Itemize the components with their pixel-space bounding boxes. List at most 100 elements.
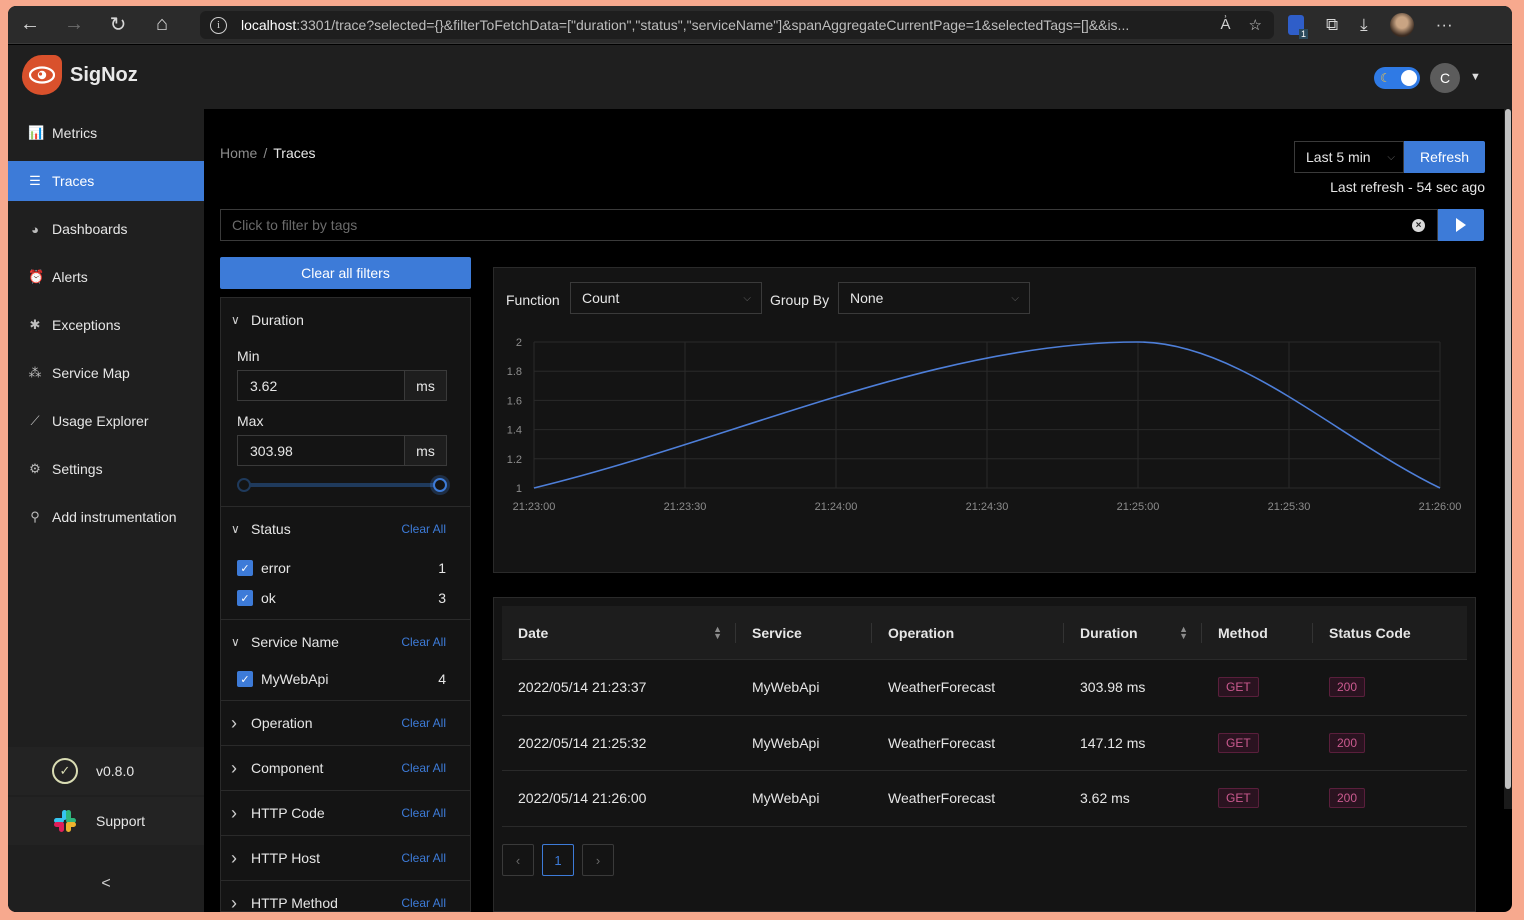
caret-down-icon[interactable]: ▼ <box>1470 71 1481 83</box>
tag-filter-field[interactable]: × <box>220 209 1438 241</box>
filter-option[interactable]: ✓ error 1 <box>221 553 470 583</box>
page-scrollbar[interactable] <box>1504 109 1512 809</box>
extensions-icon[interactable]: ⧉ <box>1326 15 1338 35</box>
sidebar-item-metrics[interactable]: 📊 Metrics <box>8 113 204 153</box>
next-page-button[interactable]: › <box>582 844 614 876</box>
breadcrumb-separator: / <box>263 145 268 161</box>
clear-status-button[interactable]: Clear All <box>401 522 446 536</box>
checkbox-checked[interactable]: ✓ <box>237 671 253 687</box>
collapse-sidebar-button[interactable]: < <box>8 875 204 893</box>
version-label: v0.8.0 <box>96 763 135 779</box>
sort-icon[interactable]: ▲ ▼ <box>713 624 722 640</box>
sidebar-item-alerts[interactable]: ⏰ Alerts <box>8 257 204 297</box>
option-label: error <box>261 560 291 576</box>
status-filter-header[interactable]: ∨ Status Clear All <box>221 507 470 551</box>
duration-range-slider[interactable] <box>237 476 447 494</box>
sidebar-item-usage-explorer[interactable]: ⟋ Usage Explorer <box>8 401 204 441</box>
logo[interactable]: SigNoz <box>22 55 138 95</box>
column-header-operation: Operation <box>872 606 1064 659</box>
time-range-select[interactable]: Last 5 min ⌵ <box>1294 141 1404 173</box>
forward-icon[interactable]: → <box>52 6 96 44</box>
min-duration-field[interactable]: 3.62 ms <box>237 370 447 401</box>
filter-option[interactable]: ✓ ok 3 <box>221 583 470 613</box>
max-duration-value[interactable]: 303.98 <box>238 436 404 465</box>
sidebar-item-label: Metrics <box>52 125 98 141</box>
column-header-date[interactable]: Date ▲ ▼ <box>502 606 736 659</box>
version-item[interactable]: ✓ v0.8.0 <box>8 747 204 795</box>
clear-filter-button[interactable]: Clear All <box>401 761 446 775</box>
sidebar-item-service-map[interactable]: ⁂ Service Map <box>8 353 204 393</box>
user-avatar[interactable]: C <box>1430 63 1460 93</box>
service-name-filter-header[interactable]: ∨ Service Name Clear All <box>221 620 470 664</box>
filter-component: › Component Clear All <box>221 746 470 791</box>
slider-min-handle[interactable] <box>237 478 251 492</box>
filter-option[interactable]: ✓ MyWebApi 4 <box>221 664 470 694</box>
read-aloud-icon[interactable]: A͗ <box>1221 16 1231 34</box>
table-row[interactable]: 2022/05/14 21:25:32 MyWebApi WeatherForeca… <box>502 716 1467 771</box>
chevron-down-icon: ∨ <box>231 313 240 327</box>
sidebar-item-add-instrumentation[interactable]: ⚲ Add instrumentation <box>8 497 204 537</box>
home-icon[interactable]: ⌂ <box>140 6 184 44</box>
group-by-select[interactable]: None ⌵ <box>838 282 1030 314</box>
support-item[interactable]: Support <box>8 797 204 845</box>
filter-header[interactable]: › Component Clear All <box>221 746 470 790</box>
profile-avatar[interactable] <box>1389 13 1414 37</box>
column-header-duration[interactable]: Duration ▲ ▼ <box>1064 606 1202 659</box>
favorite-icon[interactable]: ☆ <box>1249 16 1262 34</box>
address-bar[interactable]: i localhost:3301/trace?selected={}&filte… <box>200 11 1274 39</box>
trace-count-chart[interactable]: 1 1.2 1.4 1.6 1.8 2 21:23:00 21:23:30 21:24:00 21… <box>494 328 1477 518</box>
method-tag: GET <box>1218 788 1259 809</box>
min-duration-value[interactable]: 3.62 <box>238 371 404 400</box>
sidebar-item-label: Exceptions <box>52 317 121 333</box>
max-duration-field[interactable]: 303.98 ms <box>237 435 447 466</box>
clear-filter-button[interactable]: Clear All <box>401 806 446 820</box>
run-query-button[interactable] <box>1438 209 1484 241</box>
page-1-button[interactable]: 1 <box>542 844 574 876</box>
refresh-button[interactable]: Refresh <box>1404 141 1485 173</box>
function-select[interactable]: Count ⌵ <box>570 282 762 314</box>
url-path: :3301/trace?selected={}&filterToFetchDat… <box>296 17 1130 33</box>
back-icon[interactable]: ← <box>8 6 52 44</box>
filter-header[interactable]: › Operation Clear All <box>221 701 470 745</box>
clear-filter-button[interactable]: Clear All <box>401 716 446 730</box>
sort-icon[interactable]: ▲ ▼ <box>1179 624 1188 640</box>
sidebar-item-label: Alerts <box>52 269 88 285</box>
filter-http-host: › HTTP Host Clear All <box>221 836 470 881</box>
theme-toggle[interactable]: ☾ <box>1374 67 1420 89</box>
clear-service-button[interactable]: Clear All <box>401 635 446 649</box>
check-circle-icon: ✓ <box>52 758 78 784</box>
breadcrumb-home[interactable]: Home <box>220 145 257 161</box>
site-info-icon[interactable]: i <box>210 16 227 34</box>
y-tick-label: 2 <box>516 337 522 349</box>
checkbox-checked[interactable]: ✓ <box>237 560 253 576</box>
column-header-status-code: Status Code <box>1313 606 1467 659</box>
clear-input-icon[interactable]: × <box>1412 219 1425 232</box>
filter-header[interactable]: › HTTP Code Clear All <box>221 791 470 835</box>
chevron-right-icon: › <box>231 712 237 733</box>
eye-logo-icon <box>22 55 62 95</box>
service-name-filter: ∨ Service Name Clear All ✓ MyWebApi 4 <box>221 620 470 701</box>
sidebar-item-settings[interactable]: ⚙ Settings <box>8 449 204 489</box>
prev-page-button[interactable]: ‹ <box>502 844 534 876</box>
filter-title: Operation <box>251 715 313 731</box>
sidebar-item-exceptions[interactable]: ✱ Exceptions <box>8 305 204 345</box>
downloads-icon[interactable]: ⤓ <box>1360 15 1368 35</box>
tag-filter-input[interactable] <box>221 210 1437 240</box>
extension-icon[interactable]: 1 <box>1288 15 1308 39</box>
sidebar-item-dashboards[interactable]: ◕ Dashboards <box>8 209 204 249</box>
duration-filter-header[interactable]: ∨ Duration <box>221 298 470 342</box>
filter-http-method: › HTTP Method Clear All <box>221 881 470 912</box>
sidebar-item-traces[interactable]: ☰ Traces <box>8 161 204 201</box>
table-row[interactable]: 2022/05/14 21:26:00 MyWebApi WeatherForeca… <box>502 771 1467 827</box>
slider-max-handle[interactable] <box>433 478 447 492</box>
filter-header[interactable]: › HTTP Host Clear All <box>221 836 470 880</box>
more-menu-icon[interactable]: ··· <box>1436 15 1453 35</box>
reload-icon[interactable]: ↻ <box>96 6 140 44</box>
scrollbar-thumb[interactable] <box>1505 109 1511 789</box>
table-row[interactable]: 2022/05/14 21:23:37 MyWebApi WeatherForeca… <box>502 660 1467 716</box>
filter-header[interactable]: › HTTP Method Clear All <box>221 881 470 912</box>
checkbox-checked[interactable]: ✓ <box>237 590 253 606</box>
clear-filter-button[interactable]: Clear All <box>401 851 446 865</box>
clear-all-filters-button[interactable]: Clear all filters <box>220 257 471 289</box>
clear-filter-button[interactable]: Clear All <box>401 896 446 910</box>
